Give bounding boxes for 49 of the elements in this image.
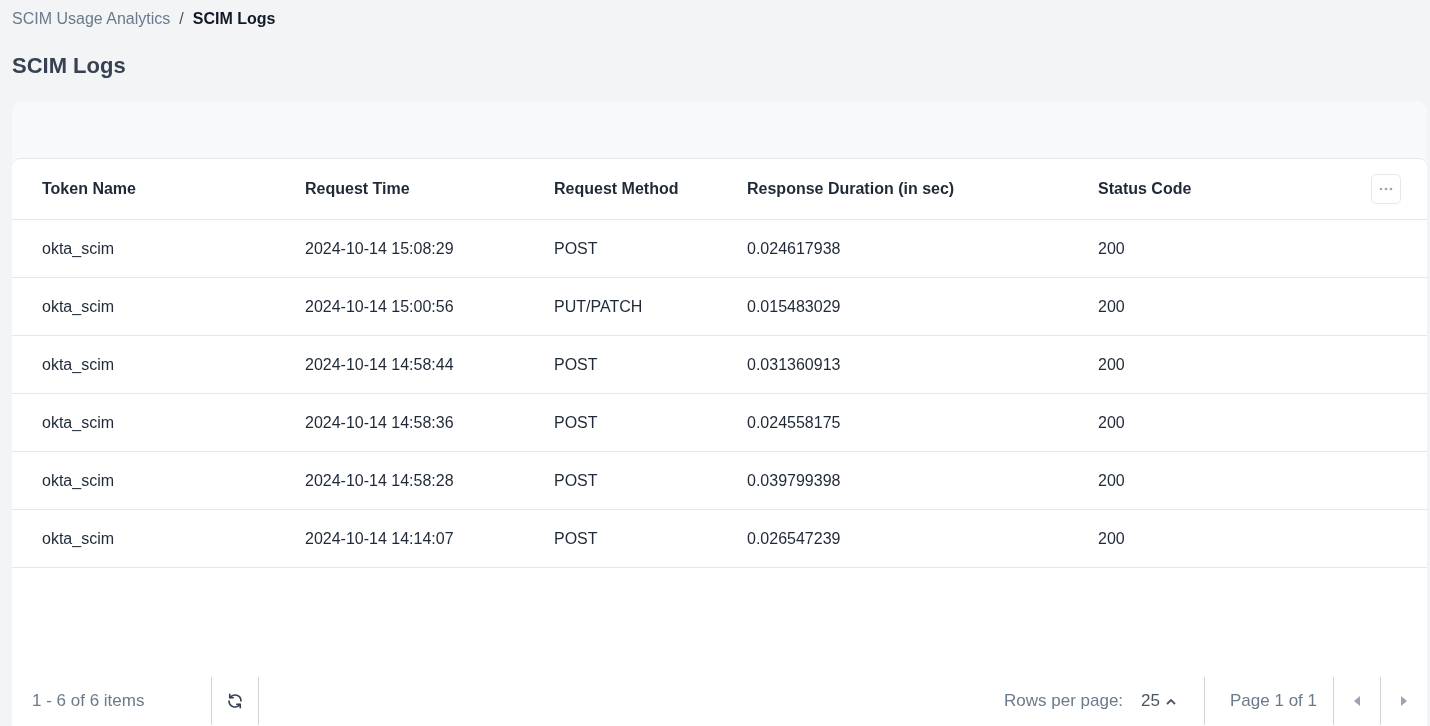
table-cell-text: 2024-10-14 14:14:07 <box>305 529 455 548</box>
column-header: Request Time <box>305 180 411 198</box>
column-header: Token Name <box>42 180 137 198</box>
table-cell-text: 0.015483029 <box>747 297 842 316</box>
breadcrumb-link[interactable]: SCIM Usage Analytics <box>12 10 171 28</box>
table-cell-text: okta_scim <box>42 529 116 548</box>
table-cell-text: 0.024617938 <box>747 239 842 258</box>
breadcrumb-separator: / <box>179 10 184 28</box>
rows-per-page-select[interactable]: 25 <box>1141 691 1177 711</box>
table-cell-text: 200 <box>1098 355 1126 374</box>
table-cell-text: 0.039799398 <box>747 471 842 490</box>
table-cell-text: 0.031360913 <box>747 355 842 374</box>
table-cell-text: POST <box>554 355 599 374</box>
table-cell-text: 200 <box>1098 297 1126 316</box>
table-cell-text: POST <box>554 413 599 432</box>
table-cell-text: 2024-10-14 14:58:28 <box>305 471 455 490</box>
breadcrumb-current: SCIM Logs <box>192 10 276 28</box>
rows-per-page-label: Rows per page: <box>1004 691 1124 711</box>
table-cell-text: 200 <box>1098 471 1126 490</box>
page-info: Page 1 of 1 <box>1229 691 1318 711</box>
table-cell-text: 2024-10-14 14:58:44 <box>305 355 455 374</box>
table-cell-text: okta_scim <box>42 471 116 490</box>
table-cell-text: okta_scim <box>42 355 116 374</box>
column-header: Response Duration (in sec) <box>747 180 956 198</box>
table-cell-text: 2024-10-14 14:58:36 <box>305 413 455 432</box>
table-cell-text: okta_scim <box>42 297 116 316</box>
refresh-icon <box>226 692 244 710</box>
table-cell-text: 2024-10-14 15:08:29 <box>305 239 455 258</box>
items-summary: 1 - 6 of 6 items <box>31 691 146 711</box>
table-cell-text: 2024-10-14 15:00:56 <box>305 297 455 316</box>
triangle-left-icon <box>1354 696 1360 706</box>
table-cell-text: 200 <box>1098 529 1126 548</box>
table-cell-text: POST <box>554 239 599 258</box>
table-cell-text: okta_scim <box>42 413 116 432</box>
column-header: Request Method <box>554 180 680 198</box>
table-cell-text: POST <box>554 529 599 548</box>
table-cell-text: 0.024558175 <box>747 413 842 432</box>
chevron-up-icon <box>1166 697 1177 705</box>
table-cell-text: 0.026547239 <box>747 529 842 548</box>
table-cell-text: 200 <box>1098 413 1126 432</box>
page-title: SCIM Logs <box>12 51 127 80</box>
table-cell-text: okta_scim <box>42 239 116 258</box>
table-cell-text: POST <box>554 471 599 490</box>
more-button[interactable] <box>1371 174 1401 204</box>
triangle-right-icon <box>1401 696 1407 706</box>
more-icon <box>1379 187 1393 191</box>
table-cell-text: 200 <box>1098 239 1126 258</box>
table-cell-text: PUT/PATCH <box>554 297 644 316</box>
column-header: Status Code <box>1098 180 1193 198</box>
